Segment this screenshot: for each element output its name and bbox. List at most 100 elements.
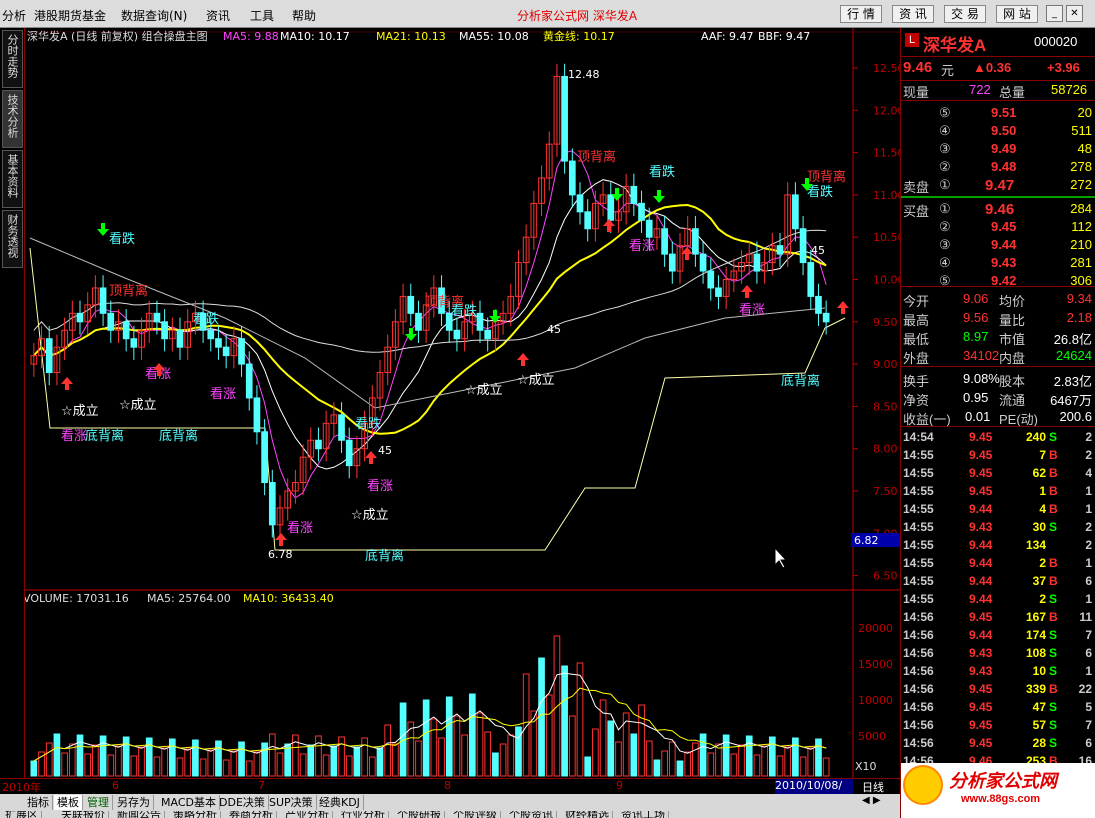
candle-body[interactable] [576, 194, 584, 213]
menu-help[interactable]: 帮助 [292, 7, 316, 24]
period-label[interactable]: 日线 [862, 779, 884, 795]
info-tab[interactable]: 策略分析 [170, 811, 221, 818]
sell-level-row[interactable]: ④ 9.50 511 [901, 122, 1095, 140]
candle-body[interactable] [45, 338, 53, 374]
info-tab[interactable]: 个股评级 [450, 811, 501, 818]
menu-news[interactable]: 资讯 [206, 7, 230, 24]
candle-body[interactable] [122, 321, 130, 340]
volume-bar[interactable] [99, 735, 107, 777]
info-tab[interactable]: 个股研报 [394, 811, 445, 818]
volume-bar[interactable] [699, 733, 707, 777]
volume-bar[interactable] [468, 693, 476, 777]
volume-bar[interactable] [445, 696, 453, 777]
candle-body[interactable] [630, 185, 638, 204]
candle-body[interactable] [176, 329, 184, 348]
candle-body[interactable] [484, 329, 492, 340]
candle-body[interactable] [345, 439, 353, 467]
candle-body[interactable] [561, 75, 568, 162]
info-tab[interactable]: 行业分析 [338, 811, 389, 818]
sell-level-row[interactable]: ⑤ 9.51 20 [901, 104, 1095, 122]
tick-row[interactable]: 14:55 9.44 2 B 1 [901, 555, 1095, 573]
volume-bar[interactable] [815, 738, 822, 777]
volume-bar[interactable] [722, 734, 730, 777]
volume-bar[interactable] [76, 734, 84, 777]
sell-level-row[interactable]: ③ 9.49 48 [901, 140, 1095, 158]
trade-button[interactable]: 交 易 [944, 5, 986, 23]
candle-body[interactable] [153, 312, 161, 323]
tick-row[interactable]: 14:55 9.44 134 2 [901, 537, 1095, 555]
tab-time-sharing[interactable]: 分时走势 [2, 30, 23, 88]
candle-body[interactable] [338, 414, 345, 441]
candle-body[interactable] [76, 312, 84, 323]
volume-bar[interactable] [192, 739, 199, 777]
tab-financial[interactable]: 财务透视 [2, 210, 23, 268]
tab-template[interactable]: 模板 [54, 795, 83, 810]
tab-dde[interactable]: DDE决策 [216, 795, 269, 810]
volume-bar[interactable] [607, 720, 615, 777]
candle-body[interactable] [99, 287, 107, 314]
info-tab[interactable]: 关联报价 [58, 811, 109, 818]
minimize-icon[interactable]: _ [1046, 5, 1063, 22]
volume-bar[interactable] [215, 740, 222, 777]
info-tab[interactable]: 扩展区 [2, 811, 42, 818]
menu-data-query[interactable]: 数据查询(N) [121, 7, 187, 24]
tab-macd[interactable]: MACD基本 [158, 795, 220, 810]
volume-bar[interactable] [53, 733, 61, 777]
tab-manage[interactable]: 管理 [84, 795, 113, 810]
sell-level-row[interactable]: ② 9.48 278 [901, 158, 1095, 176]
volume-bar[interactable] [768, 736, 776, 777]
tab-indicator[interactable]: 指标 [24, 795, 53, 810]
candle-body[interactable] [215, 338, 222, 348]
candle-body[interactable] [315, 439, 322, 450]
candle-body[interactable] [453, 329, 461, 340]
tick-list[interactable]: 14:54 9.45 240 S 2 14:55 9.45 7 B 2 14:55 9.45 62 B 4 1… [901, 426, 1095, 778]
volume-bar[interactable] [584, 756, 592, 777]
volume-bar[interactable] [30, 760, 38, 777]
sell-level-row[interactable]: 卖盘 ① 9.47 272 [901, 176, 1095, 195]
candle-body[interactable] [568, 160, 576, 196]
tick-row[interactable]: 14:55 9.45 7 B 2 [901, 447, 1095, 465]
tick-row[interactable]: 14:56 9.45 57 S 7 [901, 717, 1095, 735]
news-button[interactable]: 资 讯 [892, 5, 934, 23]
volume-bar[interactable] [284, 743, 292, 777]
candle-body[interactable] [668, 253, 676, 272]
volume-bar[interactable] [422, 699, 430, 777]
volume-bar[interactable] [168, 738, 176, 777]
candle-body[interactable] [261, 431, 268, 484]
candle-body[interactable] [407, 295, 415, 314]
candle-body[interactable] [692, 228, 699, 255]
volume-bar[interactable] [653, 759, 661, 777]
candle-body[interactable] [753, 253, 761, 272]
candle-body[interactable] [476, 312, 484, 331]
tick-row[interactable]: 14:55 9.44 2 S 1 [901, 591, 1095, 609]
kline-chart[interactable]: 深华发A (日线 前复权) 组合操盘主图 MA5: 9.88 MA10: 10.1… [25, 28, 900, 778]
tab-technical-analysis[interactable]: 技术分析 [2, 90, 23, 148]
candle-body[interactable] [130, 338, 138, 348]
tab-sup[interactable]: SUP决策 [266, 795, 317, 810]
candle-body[interactable] [245, 363, 253, 399]
candle-body[interactable] [222, 346, 230, 357]
volume-bar[interactable] [330, 745, 338, 777]
tick-row[interactable]: 14:55 9.45 62 B 4 [901, 465, 1095, 483]
tab-kdj[interactable]: 经典KDJ [316, 795, 364, 810]
info-tab[interactable]: 券商分析 [226, 811, 277, 818]
buy-level-row[interactable]: ② 9.45 112 [901, 218, 1095, 236]
candle-body[interactable] [607, 194, 615, 221]
candle-body[interactable] [584, 211, 592, 230]
volume-bar[interactable] [376, 747, 384, 777]
candle-body[interactable] [638, 202, 645, 221]
volume-bar[interactable] [353, 746, 361, 777]
volume-bar[interactable] [307, 744, 315, 777]
menu-tools[interactable]: 工具 [250, 7, 274, 24]
candle-body[interactable] [238, 338, 245, 365]
candle-body[interactable] [161, 321, 168, 340]
candle-body[interactable] [792, 194, 799, 230]
buy-level-row[interactable]: ④ 9.43 281 [901, 254, 1095, 272]
tick-row[interactable]: 14:56 9.45 167 B 11 [901, 609, 1095, 627]
volume-bar[interactable] [676, 760, 684, 777]
menu-analysis[interactable]: 分析 [2, 7, 26, 24]
volume-bar[interactable] [538, 657, 545, 777]
candle-body[interactable] [661, 228, 668, 255]
candle-body[interactable] [415, 312, 422, 331]
candle-body[interactable] [822, 312, 830, 323]
